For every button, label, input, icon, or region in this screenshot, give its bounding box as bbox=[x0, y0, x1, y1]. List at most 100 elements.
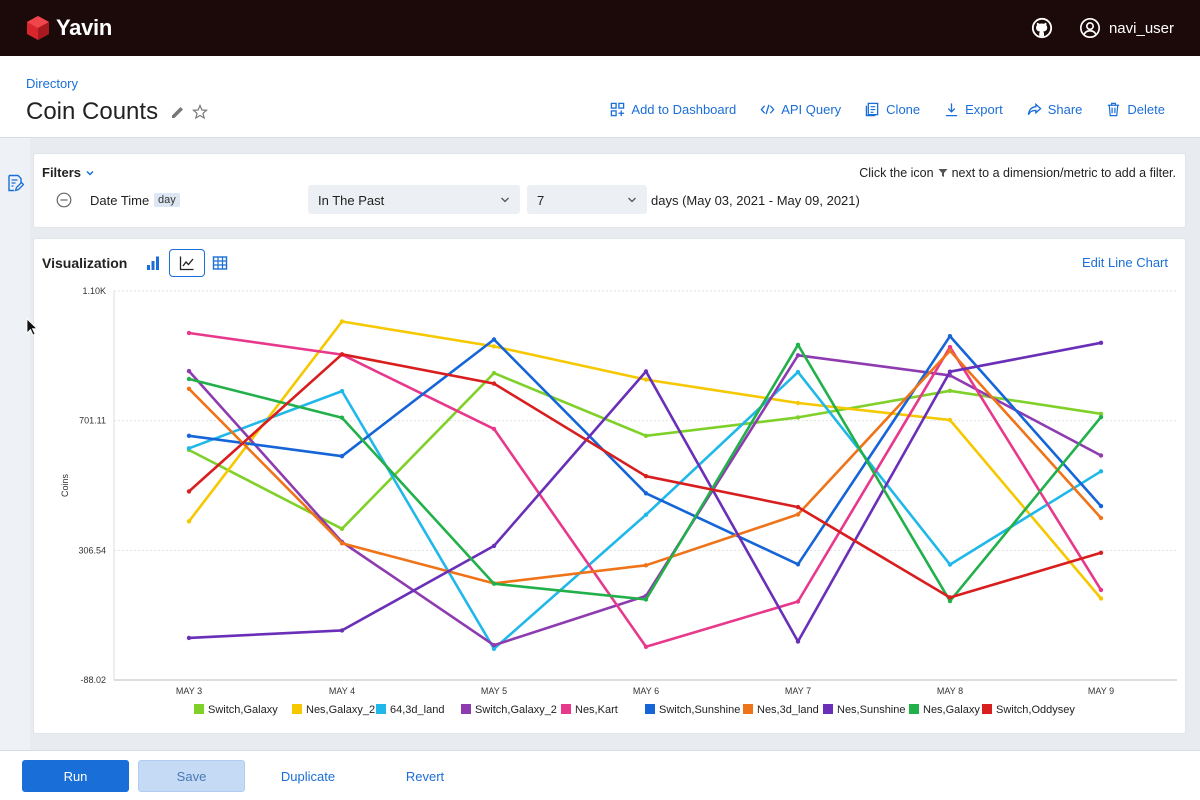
data-point bbox=[795, 400, 801, 406]
data-point bbox=[186, 386, 192, 391]
data-point bbox=[1098, 550, 1104, 555]
data-point bbox=[947, 334, 953, 339]
x-tick-label: MAY 8 bbox=[937, 686, 963, 696]
legend-swatch bbox=[909, 704, 919, 714]
delete-button[interactable]: Delete bbox=[1106, 102, 1165, 117]
data-point bbox=[186, 376, 192, 382]
line-chart: 1.10K 701.11 306.54 -88.02 Coins MAY 3 MAY 4 MA… bbox=[60, 286, 1177, 716]
api-query-button[interactable]: API Query bbox=[760, 102, 841, 117]
legend-label: Nes,Galaxy bbox=[923, 704, 980, 716]
api-query-label: API Query bbox=[781, 102, 842, 117]
y-tick-label: 701.11 bbox=[79, 416, 106, 426]
app-logo[interactable]: Yavin bbox=[26, 15, 112, 41]
filters-toggle[interactable]: Filters bbox=[42, 165, 95, 180]
filter-grain-badge: day bbox=[154, 193, 180, 207]
legend-label: Nes,Sunshine bbox=[837, 704, 906, 716]
report-header: Directory Coin Counts Add to Dashboard A… bbox=[0, 56, 1200, 138]
bar-chart-icon bbox=[147, 256, 159, 270]
code-icon bbox=[760, 104, 775, 115]
breadcrumb-directory[interactable]: Directory bbox=[26, 76, 78, 91]
legend-label: Nes,3d_land bbox=[757, 704, 819, 716]
share-label: Share bbox=[1047, 102, 1083, 117]
data-point bbox=[947, 369, 953, 374]
revert-button[interactable]: Revert bbox=[375, 760, 475, 792]
clone-icon bbox=[865, 102, 879, 117]
delete-label: Delete bbox=[1127, 102, 1165, 117]
edit-pencil-icon[interactable] bbox=[170, 104, 186, 120]
page-title[interactable]: Coin Counts bbox=[26, 98, 158, 126]
edit-report-panel-icon[interactable] bbox=[6, 174, 24, 192]
legend-label: Nes,Kart bbox=[575, 704, 618, 716]
table-icon bbox=[212, 256, 228, 270]
duplicate-button[interactable]: Duplicate bbox=[258, 760, 358, 792]
edit-line-chart-link[interactable]: Edit Line Chart bbox=[1082, 255, 1168, 270]
add-to-dashboard-label: Add to Dashboard bbox=[631, 102, 737, 117]
user-avatar-icon[interactable] bbox=[1079, 17, 1101, 39]
data-point bbox=[186, 635, 192, 641]
data-point bbox=[795, 562, 801, 567]
filter-hint-suffix: next to a dimension/metric to add a filt… bbox=[951, 166, 1176, 180]
data-point bbox=[643, 377, 649, 382]
bottom-action-bar: Run Save Duplicate Revert bbox=[0, 750, 1200, 800]
chevron-down-icon bbox=[628, 197, 636, 203]
data-point bbox=[643, 433, 649, 438]
add-to-dashboard-button[interactable]: Add to Dashboard bbox=[610, 102, 736, 117]
filter-operator-value: In The Past bbox=[318, 193, 385, 208]
run-button[interactable]: Run bbox=[22, 760, 129, 792]
filter-field-name: Date Time bbox=[90, 193, 150, 208]
clone-button[interactable]: Clone bbox=[865, 102, 920, 117]
data-point bbox=[643, 474, 649, 479]
data-point bbox=[339, 526, 345, 531]
visualization-panel: Visualization Edit Line Chart 1.10K 701.1… bbox=[33, 238, 1186, 734]
data-point bbox=[1098, 515, 1104, 521]
filter-value: 7 bbox=[537, 193, 545, 208]
share-button[interactable]: Share bbox=[1027, 102, 1083, 117]
save-button[interactable]: Save bbox=[138, 760, 245, 792]
remove-filter-icon[interactable] bbox=[56, 192, 72, 208]
filters-panel: Filters Click the icon next to a dimensi… bbox=[33, 153, 1186, 228]
data-point bbox=[339, 388, 345, 394]
line-chart-icon bbox=[179, 256, 194, 271]
data-point bbox=[795, 599, 801, 604]
data-point bbox=[947, 562, 953, 567]
user-name[interactable]: navi_user bbox=[1109, 20, 1174, 37]
data-point bbox=[339, 541, 345, 546]
data-point bbox=[491, 370, 497, 376]
data-point bbox=[491, 543, 497, 549]
legend-label: Switch,Sunshine bbox=[659, 704, 740, 716]
clone-label: Clone bbox=[886, 102, 921, 117]
legend-swatch bbox=[743, 704, 753, 714]
y-tick-label: 306.54 bbox=[78, 545, 106, 555]
data-point bbox=[1098, 414, 1104, 420]
funnel-icon bbox=[938, 169, 948, 177]
logo-cube-icon bbox=[27, 16, 49, 40]
filter-value-select[interactable]: 7 bbox=[527, 185, 647, 214]
data-point bbox=[643, 644, 649, 649]
x-tick-label: MAY 3 bbox=[176, 686, 202, 696]
table-button[interactable] bbox=[202, 249, 238, 277]
x-tick-label: MAY 5 bbox=[481, 686, 507, 696]
data-point bbox=[491, 337, 497, 342]
data-point bbox=[491, 581, 497, 586]
data-point bbox=[947, 348, 953, 353]
data-point bbox=[186, 519, 192, 524]
export-button[interactable]: Export bbox=[944, 102, 1003, 117]
top-nav: Yavin navi_user bbox=[0, 0, 1200, 56]
data-point bbox=[947, 417, 953, 423]
favorite-star-icon[interactable] bbox=[192, 104, 208, 120]
legend-swatch bbox=[461, 704, 471, 714]
data-point bbox=[339, 415, 345, 420]
data-point bbox=[186, 368, 192, 374]
x-tick-label: MAY 6 bbox=[633, 686, 659, 696]
left-rail bbox=[0, 138, 30, 750]
filters-title: Filters bbox=[42, 165, 82, 180]
line-chart-button[interactable] bbox=[169, 249, 205, 277]
filter-operator-select[interactable]: In The Past bbox=[308, 185, 520, 214]
legend-swatch bbox=[376, 704, 386, 714]
data-point bbox=[1098, 453, 1104, 458]
github-icon[interactable] bbox=[1031, 17, 1053, 39]
bar-chart-button[interactable] bbox=[135, 249, 171, 277]
series-line bbox=[188, 354, 1102, 647]
data-point bbox=[1098, 587, 1104, 593]
chevron-down-icon bbox=[501, 197, 509, 203]
